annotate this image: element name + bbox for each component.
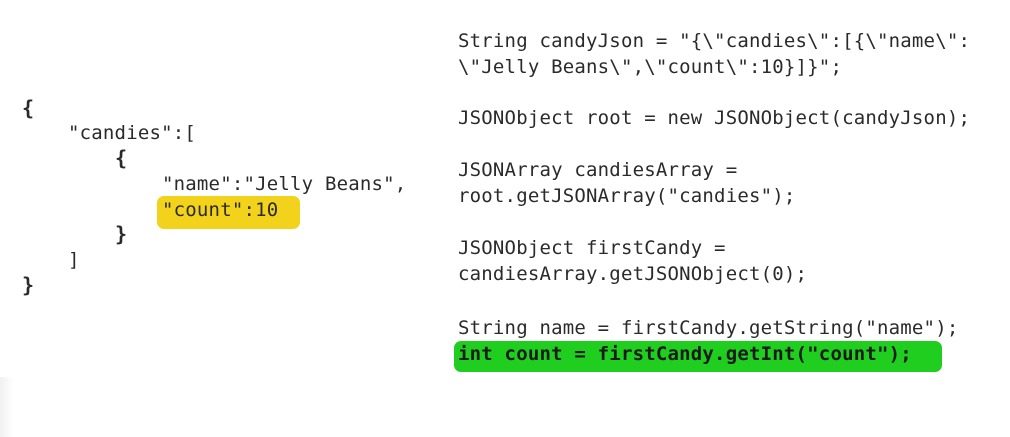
json-count-pair: "count":10 [162,199,279,221]
code-line-firstcandy-2: candiesArray.getJSONObject(0); [458,263,808,285]
code-line-root: JSONObject root = new JSONObject(candyJs… [458,107,971,129]
json-root-open-brace: { [22,96,35,120]
code-line-count: int count = firstCandy.getInt("count"); [458,343,912,365]
json-candies-key: "candies":[ [68,122,197,144]
json-item-open-brace: { [115,146,128,170]
code-line-firstcandy-1: JSONObject firstCandy = [458,237,726,259]
code-line-candiesarray-1: JSONArray candiesArray = [458,159,738,181]
json-array-close-bracket: ] [68,249,80,271]
json-item-close-brace: } [115,222,128,246]
corner-shade [0,377,14,437]
slide-canvas: { "candies":[ { "name":"Jelly Beans", "c… [0,0,1010,437]
code-line-name: String name = firstCandy.getString("name… [458,317,959,339]
json-root-close-brace: } [22,273,35,297]
json-name-pair: "name":"Jelly Beans", [162,173,407,195]
code-line-candyjson-2: \"Jelly Beans\",\"count\":10}]}"; [458,56,843,78]
code-line-candyjson-1: String candyJson = "{\"candies\":[{\"nam… [458,30,971,52]
code-line-candiesarray-2: root.getJSONArray("candies"); [458,185,796,207]
